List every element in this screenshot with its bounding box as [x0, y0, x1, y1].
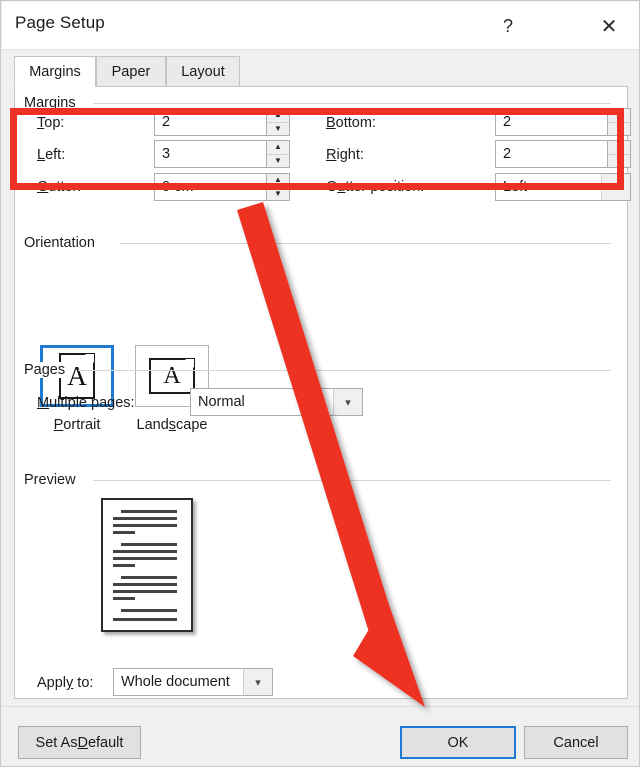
group-rule-pages [78, 370, 611, 371]
set-as-default-button[interactable]: Set As Default [18, 726, 141, 759]
spin-down-icon[interactable]: ▼ [608, 155, 630, 168]
apply-to-combobox[interactable]: Whole document ▾ [113, 668, 273, 696]
multiple-pages-value: Normal [198, 394, 245, 410]
spin-down-icon[interactable]: ▼ [608, 123, 630, 136]
multiple-pages-combobox[interactable]: Normal ▾ [190, 388, 363, 416]
spin-up-icon[interactable]: ▲ [267, 141, 289, 155]
group-rule-margins [93, 103, 611, 104]
group-label-pages: Pages [24, 362, 73, 378]
gutter-position-combobox[interactable]: Left ▾ [495, 173, 631, 201]
spin-up-icon[interactable]: ▲ [267, 109, 289, 123]
spin-up-icon[interactable]: ▲ [608, 109, 630, 123]
multiple-pages-label: Multiple pages: [37, 395, 135, 411]
page-preview-thumbnail [101, 498, 193, 632]
gutter-spin-buttons[interactable]: ▲ ▼ [266, 174, 289, 200]
title-bar: Page Setup ? ✕ [2, 2, 639, 50]
orientation-label-landscape: Landscape [136, 417, 208, 433]
page-fold-corner-icon [85, 354, 94, 363]
spin-up-icon[interactable]: ▲ [267, 174, 289, 188]
spin-down-icon[interactable]: ▼ [267, 155, 289, 168]
left-margin-spin-buttons[interactable]: ▲ ▼ [266, 141, 289, 167]
right-margin-spinner[interactable]: ▲ ▼ [495, 140, 631, 168]
right-margin-spin-buttons[interactable]: ▲ ▼ [607, 141, 630, 167]
chevron-down-icon[interactable]: ▾ [243, 669, 272, 695]
bottom-margin-spinner[interactable]: ▲ ▼ [495, 108, 631, 136]
bottom-margin-spin-buttons[interactable]: ▲ ▼ [607, 109, 630, 135]
landscape-letter: A [163, 362, 181, 389]
close-icon[interactable]: ✕ [592, 10, 626, 42]
spin-down-icon[interactable]: ▼ [267, 188, 289, 201]
tab-layout[interactable]: Layout [166, 56, 240, 87]
orientation-label-portrait: Portrait [53, 417, 101, 433]
tab-paper[interactable]: Paper [96, 56, 166, 87]
left-margin-label: Left: [37, 147, 66, 163]
left-margin-input[interactable] [155, 141, 267, 167]
cancel-button[interactable]: Cancel [524, 726, 628, 759]
group-rule-preview [93, 480, 611, 481]
tab-strip: Margins Paper Layout [14, 56, 628, 87]
dialog-button-bar: Set As Default OK Cancel [2, 706, 639, 766]
ok-button[interactable]: OK [400, 726, 516, 759]
top-margin-label: Top: [37, 115, 65, 131]
bottom-margin-input[interactable] [496, 109, 608, 135]
help-icon[interactable]: ? [491, 10, 525, 42]
page-title: Page Setup [15, 13, 105, 32]
spin-down-icon[interactable]: ▼ [267, 123, 289, 136]
left-margin-spinner[interactable]: ▲ ▼ [154, 140, 290, 168]
gutter-position-label: Gutter position: [326, 179, 425, 195]
top-margin-spin-buttons[interactable]: ▲ ▼ [266, 109, 289, 135]
bottom-margin-label: Bottom: [326, 115, 376, 131]
page-fold-corner-icon [185, 359, 194, 368]
chevron-down-icon[interactable]: ▾ [333, 389, 362, 415]
top-margin-spinner[interactable]: ▲ ▼ [154, 108, 290, 136]
chevron-down-icon[interactable]: ▾ [601, 174, 630, 200]
gutter-spinner[interactable]: ▲ ▼ [154, 173, 290, 201]
tab-margins[interactable]: Margins [14, 56, 96, 87]
gutter-position-value: Left [503, 179, 528, 195]
top-margin-input[interactable] [155, 109, 267, 135]
right-margin-input[interactable] [496, 141, 608, 167]
gutter-input[interactable] [155, 174, 267, 200]
group-label-orientation: Orientation [24, 235, 102, 251]
group-label-margins: Margins [24, 95, 83, 111]
group-label-preview: Preview [24, 472, 83, 488]
gutter-label: Gutter: [37, 179, 82, 195]
right-margin-label: Right: [326, 147, 364, 163]
landscape-page-icon: A [149, 358, 195, 394]
page-setup-dialog: Page Setup ? ✕ Margins Paper Layout Marg… [0, 0, 640, 767]
apply-to-label: Apply to: [37, 675, 94, 691]
spin-up-icon[interactable]: ▲ [608, 141, 630, 155]
group-rule-orientation [120, 243, 611, 244]
apply-to-value: Whole document [121, 674, 230, 690]
